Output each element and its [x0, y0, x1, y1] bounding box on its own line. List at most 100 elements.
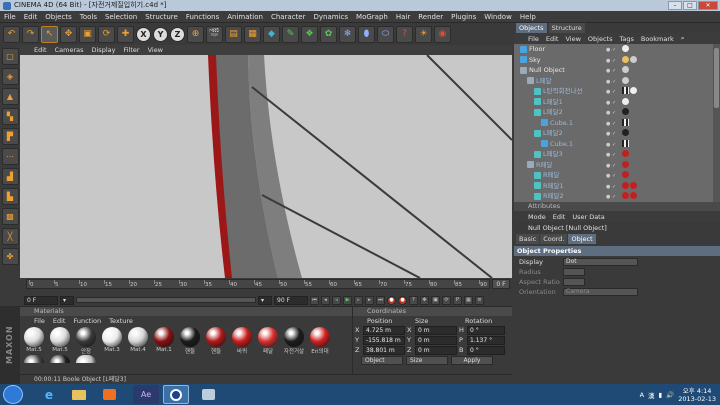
object-row[interactable]: R페달 ● ✓	[514, 170, 720, 181]
attributes-menu-edit[interactable]: Edit	[553, 213, 566, 221]
close-button[interactable]: ✕	[698, 1, 718, 10]
redo-icon[interactable]: ↷	[22, 25, 39, 43]
menu-edit[interactable]: Edit	[24, 13, 38, 21]
scale-icon[interactable]: ▣	[79, 25, 96, 43]
rotation-key-icon[interactable]: ⟳	[442, 295, 451, 305]
visibility-toggle-icon[interactable]: ● ✓	[606, 87, 616, 97]
visibility-toggle-icon[interactable]: ● ✓	[606, 66, 616, 76]
object-list-scrollbar[interactable]	[713, 44, 720, 202]
material-swatch[interactable]: 자전거살	[282, 327, 306, 355]
ime-indicator[interactable]: 漢	[648, 390, 655, 400]
object-row[interactable]: Floor ● ✓	[514, 44, 720, 55]
size-x-field[interactable]: 0 m	[415, 325, 457, 335]
play-icon[interactable]: ▶	[343, 295, 352, 305]
material-tag-icon[interactable]	[622, 192, 629, 199]
texture-tag-icon[interactable]	[622, 139, 629, 147]
material-tag-icon[interactable]	[622, 66, 629, 73]
file-explorer-icon[interactable]	[66, 385, 92, 404]
aspect-ratio-field[interactable]	[563, 278, 585, 286]
tab-object[interactable]: Object	[568, 234, 596, 244]
objects-menu-edit[interactable]: Edit	[546, 35, 559, 43]
material-tag-icon[interactable]	[622, 160, 629, 168]
material-swatch[interactable]: Mat.5	[48, 327, 72, 355]
objects-menu-view[interactable]: View	[565, 35, 580, 43]
start-button[interactable]	[3, 385, 23, 404]
material-tag-icon[interactable]	[622, 55, 629, 63]
material-tag-icon[interactable]	[622, 181, 629, 189]
tab-structure[interactable]: Structure	[548, 23, 585, 33]
material-swatch[interactable]: 페달	[256, 327, 280, 355]
material-tag-icon[interactable]	[630, 192, 637, 199]
objects-menu-bookmark[interactable]: Bookmark	[641, 35, 674, 43]
position-key-icon[interactable]: ✥	[420, 295, 429, 305]
array-icon[interactable]: ✿	[320, 25, 337, 43]
model-mode-icon[interactable]: ◈	[1, 68, 19, 85]
object-row[interactable]: R페달 ● ✓	[514, 160, 720, 171]
z-axis-lock-button[interactable]: Z	[170, 26, 185, 42]
visibility-toggle-icon[interactable]: ● ✓	[606, 56, 616, 66]
object-row[interactable]: L페달2 ● ✓	[514, 128, 720, 139]
viewport-menu-filter[interactable]: Filter	[123, 46, 139, 54]
visibility-toggle-icon[interactable]: ● ✓	[606, 161, 616, 171]
rotate-icon[interactable]: ⟳	[98, 25, 115, 43]
timeline-end-frame[interactable]: 0 F	[492, 279, 510, 289]
menu-selection[interactable]: Selection	[105, 13, 137, 21]
preview-max-field[interactable]: ▾	[258, 295, 272, 305]
display-select[interactable]: Dot	[563, 258, 638, 266]
texture-tag-icon[interactable]	[622, 118, 629, 126]
material-swatch[interactable]	[74, 355, 98, 363]
coordinate-system-icon[interactable]: ⊕	[187, 25, 204, 43]
record-icon[interactable]: ●	[387, 295, 396, 305]
move-icon[interactable]: ✥	[60, 25, 77, 43]
visibility-toggle-icon[interactable]: ● ✓	[606, 171, 616, 181]
render-view-icon[interactable]: 🎬	[206, 25, 223, 43]
objects-menu-file[interactable]: File	[528, 35, 539, 43]
prev-key-icon[interactable]: ◂	[321, 295, 330, 305]
3d-viewport[interactable]	[20, 55, 512, 278]
object-row[interactable]: Cube.1 ● ✓	[514, 139, 720, 150]
make-editable-icon[interactable]: ▢	[1, 48, 19, 65]
orientation-select[interactable]: Camera	[563, 288, 638, 296]
visibility-toggle-icon[interactable]: ● ✓	[606, 119, 616, 129]
language-indicator[interactable]: A	[640, 391, 644, 399]
snapping-icon[interactable]: ╳	[1, 228, 19, 245]
object-mode-icon[interactable]: ▲	[1, 88, 19, 105]
undo-icon[interactable]: ↶	[3, 25, 20, 43]
light-icon[interactable]: ☀	[415, 25, 432, 43]
pla-key-icon[interactable]: ▦	[464, 295, 473, 305]
menu-dynamics[interactable]: Dynamics	[314, 13, 349, 21]
coord-mode-select[interactable]: Object	[361, 356, 403, 365]
object-row[interactable]: L페달3 ● ✓	[514, 149, 720, 160]
nurbs-icon[interactable]: ❖	[301, 25, 318, 43]
materials-menu-file[interactable]: File	[34, 317, 45, 325]
menu-hair[interactable]: Hair	[396, 13, 410, 21]
material-swatch[interactable]: Mat.4	[126, 327, 150, 355]
menu-plugins[interactable]: Plugins	[451, 13, 476, 21]
menu-animation[interactable]: Animation	[227, 13, 263, 21]
photo-viewer-icon[interactable]	[195, 385, 221, 404]
polygons-mode-icon[interactable]: ▙	[1, 188, 19, 205]
viewport-menu-edit[interactable]: Edit	[34, 46, 47, 54]
next-key-icon[interactable]: ▸	[365, 295, 374, 305]
object-row[interactable]: Sky ● ✓	[514, 55, 720, 66]
scale-key-icon[interactable]: ▣	[431, 295, 440, 305]
menu-objects[interactable]: Objects	[45, 13, 71, 21]
workplane-icon[interactable]: ▛	[1, 128, 19, 145]
attributes-menu-userdata[interactable]: User Data	[572, 213, 604, 221]
visibility-toggle-icon[interactable]: ● ✓	[606, 192, 616, 202]
material-swatch[interactable]	[22, 355, 46, 363]
viewport-menu-cameras[interactable]: Cameras	[55, 46, 84, 54]
material-tag-icon[interactable]	[630, 87, 637, 94]
material-tag-icon[interactable]	[630, 55, 637, 63]
next-frame-icon[interactable]: ▹	[354, 295, 363, 305]
cube-primitive-icon[interactable]: ◆	[263, 25, 280, 43]
menu-mograph[interactable]: MoGraph	[356, 13, 388, 21]
texture-mode-icon[interactable]: ▚	[1, 108, 19, 125]
size-z-field[interactable]: 0 m	[415, 345, 457, 355]
start-frame-field[interactable]: 0 F	[24, 295, 58, 305]
material-swatch[interactable]: Mat.1	[152, 327, 176, 355]
materials-menu-function[interactable]: Function	[73, 317, 101, 325]
rotation-h-field[interactable]: 0 °	[467, 325, 505, 335]
checker-icon[interactable]: ▩	[1, 208, 19, 225]
go-to-start-icon[interactable]: ⏮	[310, 295, 319, 305]
